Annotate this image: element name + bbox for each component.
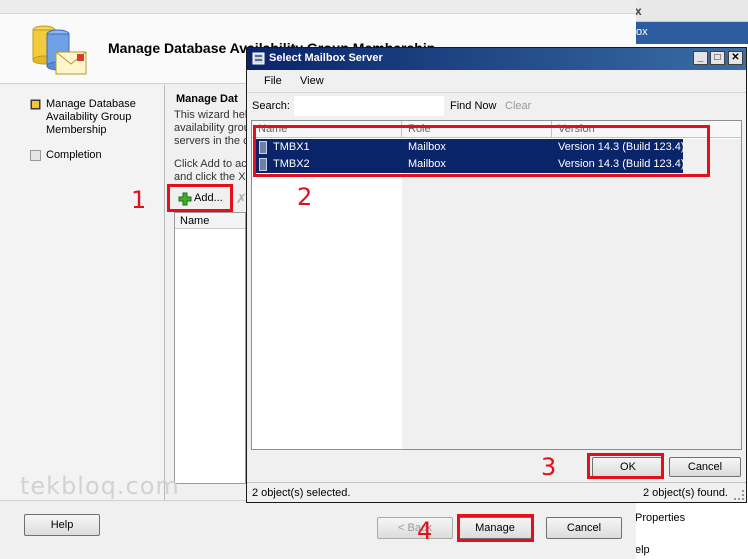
wizard-title-strip (0, 0, 636, 14)
content-instruction: Click Add to ac and click the X (174, 158, 247, 183)
list-body (252, 139, 402, 449)
close-icon[interactable]: x (635, 4, 647, 18)
dialog-title: Select Mailbox Server (269, 52, 383, 64)
menu-view[interactable]: View (300, 75, 324, 87)
background-window-toolbar: x (635, 0, 748, 22)
status-found-count: 2 object(s) found. (643, 487, 728, 499)
annotation-box-ok (587, 453, 664, 479)
back-button[interactable]: < Back (377, 517, 453, 539)
annotation-box-servers (253, 125, 710, 177)
annotation-box-manage (457, 514, 534, 542)
select-mailbox-server-dialog: Select Mailbox Server _ □ ✕ File View Se… (246, 47, 747, 503)
content-description: This wizard hel availability grou server… (174, 109, 250, 147)
background-window-header: ox (635, 22, 748, 44)
annotation-number-2: 2 (297, 183, 313, 211)
help-link[interactable]: elp (635, 544, 650, 556)
list-empty-area (402, 139, 741, 449)
menu-file[interactable]: File (264, 75, 282, 87)
current-step-icon (30, 99, 41, 110)
watermark: tekbloq.com (20, 472, 180, 500)
dialog-button-bar: OK Cancel (247, 452, 746, 482)
minimize-icon[interactable]: _ (693, 51, 708, 65)
dialog-searchbar: Search: Find Now Clear (247, 92, 746, 118)
dialog-titlebar[interactable]: Select Mailbox Server _ □ ✕ (247, 48, 746, 70)
dialog-menubar: File View (247, 70, 746, 92)
search-input[interactable] (294, 96, 444, 116)
dialog-statusbar: 2 object(s) selected. 2 object(s) found. (247, 482, 746, 502)
database-mail-icon (32, 25, 87, 75)
maximize-icon[interactable]: □ (710, 51, 725, 65)
step-label: Manage Database Availability Group Membe… (46, 98, 136, 136)
clear-button[interactable]: Clear (505, 100, 531, 112)
dialog-cancel-button[interactable]: Cancel (669, 457, 741, 477)
search-label: Search: (252, 100, 290, 112)
wizard-steps-panel: Manage Database Availability Group Membe… (0, 85, 165, 500)
content-title: Manage Dat (176, 93, 238, 105)
annotation-box-add (167, 184, 233, 212)
wizard-footer: Help < Back Manage Cancel (0, 500, 636, 559)
step-label: Completion (46, 149, 102, 161)
members-column-header[interactable]: Name (175, 213, 245, 229)
annotation-number-4: 4 (417, 517, 433, 545)
cancel-button[interactable]: Cancel (546, 517, 622, 539)
resize-grip-icon[interactable] (734, 490, 744, 500)
server-icon (252, 52, 265, 65)
close-icon[interactable]: ✕ (728, 51, 743, 65)
pending-step-icon (30, 150, 41, 161)
find-now-button[interactable]: Find Now (450, 100, 496, 112)
annotation-number-1: 1 (131, 186, 147, 214)
status-selected-count: 2 object(s) selected. (252, 487, 351, 499)
properties-link[interactable]: Properties (635, 512, 685, 524)
annotation-number-3: 3 (541, 453, 557, 481)
members-list[interactable]: Name (174, 212, 246, 484)
help-button[interactable]: Help (24, 514, 100, 536)
